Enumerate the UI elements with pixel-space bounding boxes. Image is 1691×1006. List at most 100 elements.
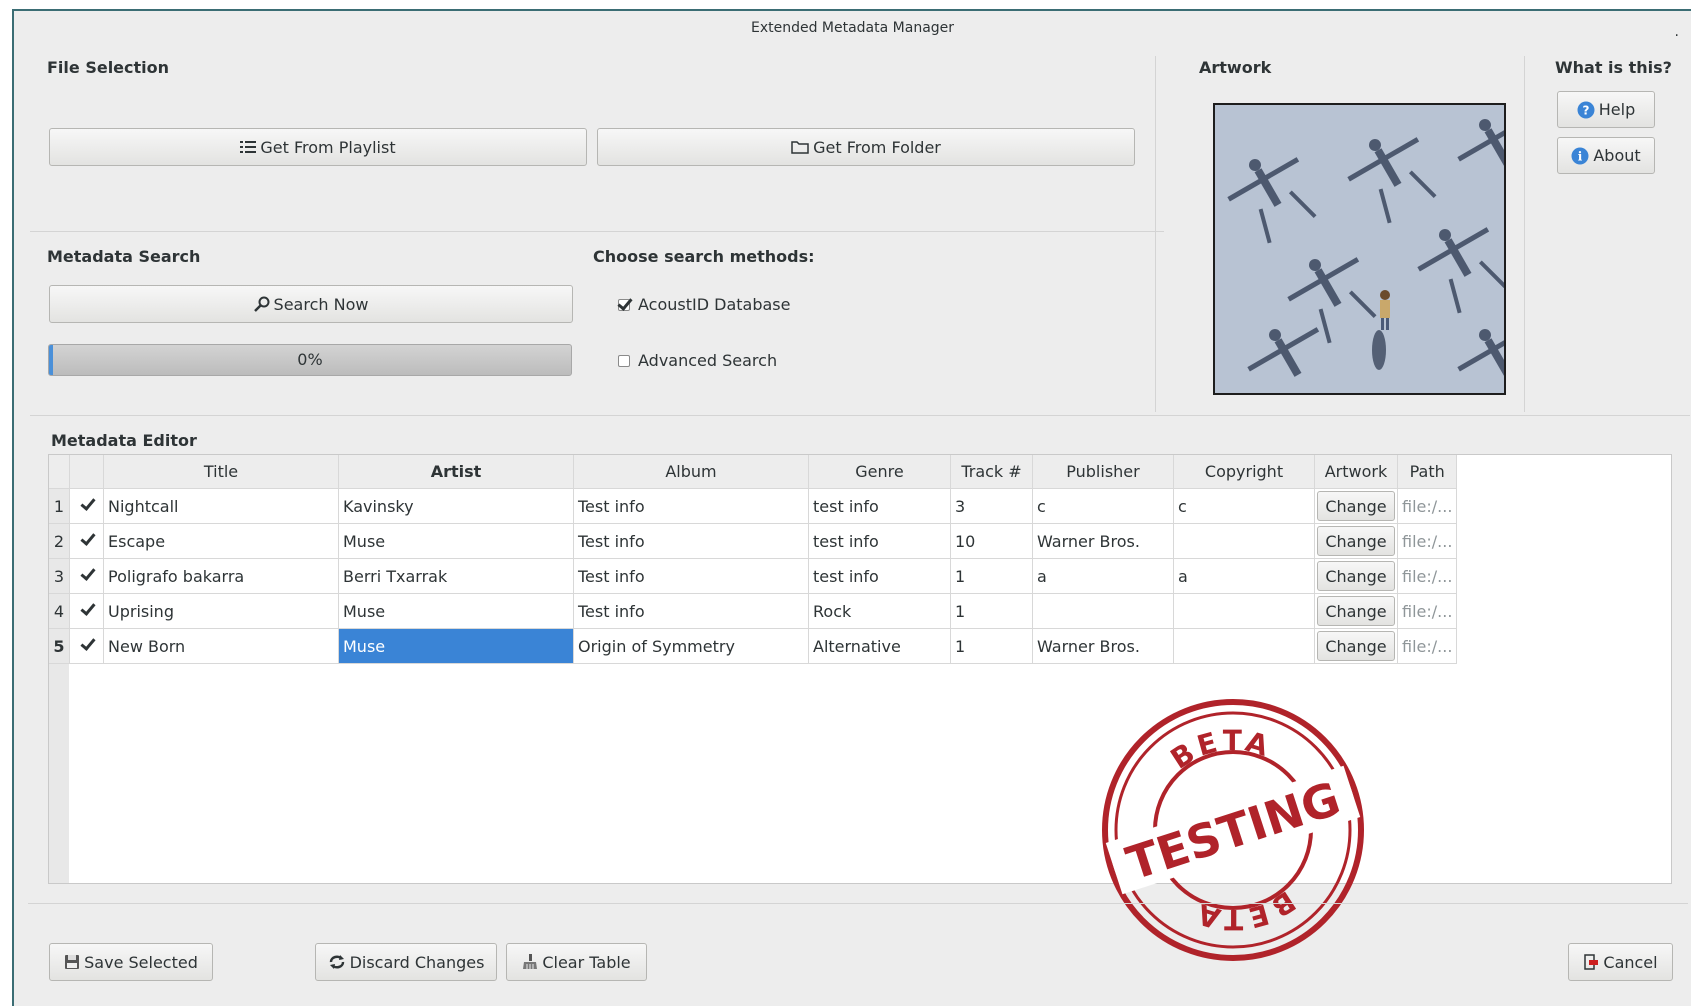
discard-changes-label: Discard Changes [349,952,485,972]
about-button[interactable]: i About [1557,137,1655,174]
row-number: 1 [49,488,70,524]
row-checkbox[interactable] [69,488,104,524]
cell-genre[interactable]: Alternative [808,628,951,664]
cell-path[interactable]: file:/... [1397,558,1458,594]
cell-publisher[interactable] [1032,593,1174,629]
cell-artwork: Change [1314,558,1398,594]
cell-title[interactable]: Escape [103,523,339,559]
table-header-row: Title Artist Album Genre Track # Publish… [49,455,1458,489]
cell-album[interactable]: Test info [573,593,809,629]
search-now-label: Search Now [273,294,369,314]
row-checkbox[interactable] [69,628,104,664]
cell-title[interactable]: Poligrafo bakarra [103,558,339,594]
column-header-genre[interactable]: Genre [808,455,951,489]
cancel-button[interactable]: Cancel [1568,943,1673,981]
cell-genre[interactable]: test info [808,488,951,524]
checkmark-icon [80,533,94,547]
get-from-folder-button[interactable]: Get From Folder [597,128,1135,166]
search-methods-label: Choose search methods: [593,247,815,266]
separator [30,415,1690,416]
metadata-editor-label: Metadata Editor [51,431,197,450]
cell-track[interactable]: 1 [950,593,1033,629]
cell-album[interactable]: Test info [573,488,809,524]
cell-title[interactable]: Nightcall [103,488,339,524]
clear-table-button[interactable]: Clear Table [506,943,647,981]
table-row[interactable]: 3 Poligrafo bakarra Berri Txarrak Test info… [49,558,1458,594]
get-from-playlist-label: Get From Playlist [260,137,396,157]
cell-track[interactable]: 3 [950,488,1033,524]
row-number: 2 [49,523,70,559]
cell-publisher[interactable]: Warner Bros. [1032,628,1174,664]
cell-genre[interactable]: test info [808,558,951,594]
column-header-title[interactable]: Title [103,455,339,489]
search-now-button[interactable]: Search Now [49,285,573,323]
table-row[interactable]: 4 Uprising Muse Test info Rock 1 Change file:/.… [49,593,1458,629]
column-header-publisher[interactable]: Publisher [1032,455,1174,489]
row-number: 4 [49,593,70,629]
cell-artist[interactable]: Muse [338,593,574,629]
save-selected-button[interactable]: Save Selected [49,943,213,981]
column-header-artwork[interactable]: Artwork [1314,455,1398,489]
cell-track[interactable]: 1 [950,558,1033,594]
about-label: About [1593,146,1641,165]
svg-text:i: i [1578,149,1583,163]
table-row[interactable]: 2 Escape Muse Test info test info 10 Warner Br… [49,523,1458,559]
window-menu-dot-icon[interactable]: · [1675,19,1679,53]
row-number-header [49,455,70,489]
help-button[interactable]: ? Help [1557,91,1655,128]
cell-path[interactable]: file:/... [1397,593,1458,629]
cell-artwork: Change [1314,488,1398,524]
cell-publisher[interactable]: Warner Bros. [1032,523,1174,559]
cell-title[interactable]: Uprising [103,593,339,629]
cell-copyright[interactable] [1173,593,1315,629]
svg-text:?: ? [1582,103,1589,117]
advanced-search-checkbox-row[interactable]: Advanced Search [618,351,777,370]
change-artwork-button[interactable]: Change [1317,561,1395,591]
cell-path[interactable]: file:/... [1397,628,1458,664]
advanced-search-checkbox[interactable] [618,354,630,367]
table-row[interactable]: 5 New Born Muse Origin of Symmetry Alternati… [49,628,1458,664]
cell-artist[interactable]: Berri Txarrak [338,558,574,594]
change-artwork-button[interactable]: Change [1317,491,1395,521]
get-from-playlist-button[interactable]: Get From Playlist [49,128,587,166]
cell-album[interactable]: Test info [573,558,809,594]
cell-album[interactable]: Origin of Symmetry [573,628,809,664]
checkmark-icon [80,603,94,617]
cell-title[interactable]: New Born [103,628,339,664]
cell-artist[interactable]: Muse [338,523,574,559]
cell-track[interactable]: 1 [950,628,1033,664]
cell-copyright[interactable]: c [1173,488,1315,524]
cell-publisher[interactable]: c [1032,488,1174,524]
cell-genre[interactable]: test info [808,523,951,559]
row-checkbox[interactable] [69,523,104,559]
discard-changes-button[interactable]: Discard Changes [315,943,497,981]
save-selected-label: Save Selected [84,952,198,972]
change-artwork-button[interactable]: Change [1317,596,1395,626]
cell-album[interactable]: Test info [573,523,809,559]
cell-path[interactable]: file:/... [1397,488,1458,524]
cell-copyright[interactable] [1173,523,1315,559]
acoustid-checkbox-row[interactable]: AcoustID Database [618,295,790,314]
column-header-path[interactable]: Path [1397,455,1458,489]
column-header-album[interactable]: Album [573,455,809,489]
table-row[interactable]: 1 Nightcall Kavinsky Test info test info 3 c c C… [49,488,1458,524]
cell-genre[interactable]: Rock [808,593,951,629]
beta-testing-stamp: BETA BETA TESTING [1098,695,1368,965]
column-header-copyright[interactable]: Copyright [1173,455,1315,489]
row-checkbox[interactable] [69,593,104,629]
column-header-artist[interactable]: Artist [338,455,574,489]
change-artwork-button[interactable]: Change [1317,526,1395,556]
cell-copyright[interactable]: a [1173,558,1315,594]
checkmark-icon [80,498,94,512]
column-header-track[interactable]: Track # [950,455,1033,489]
cell-copyright[interactable] [1173,628,1315,664]
cell-publisher[interactable]: a [1032,558,1174,594]
cell-path[interactable]: file:/... [1397,523,1458,559]
change-artwork-button[interactable]: Change [1317,631,1395,661]
cell-artist[interactable]: Muse [338,628,574,664]
row-checkbox[interactable] [69,558,104,594]
cell-track[interactable]: 10 [950,523,1033,559]
cell-artist[interactable]: Kavinsky [338,488,574,524]
acoustid-checkbox[interactable] [618,298,630,311]
window-titlebar: Extended Metadata Manager · [14,11,1691,45]
